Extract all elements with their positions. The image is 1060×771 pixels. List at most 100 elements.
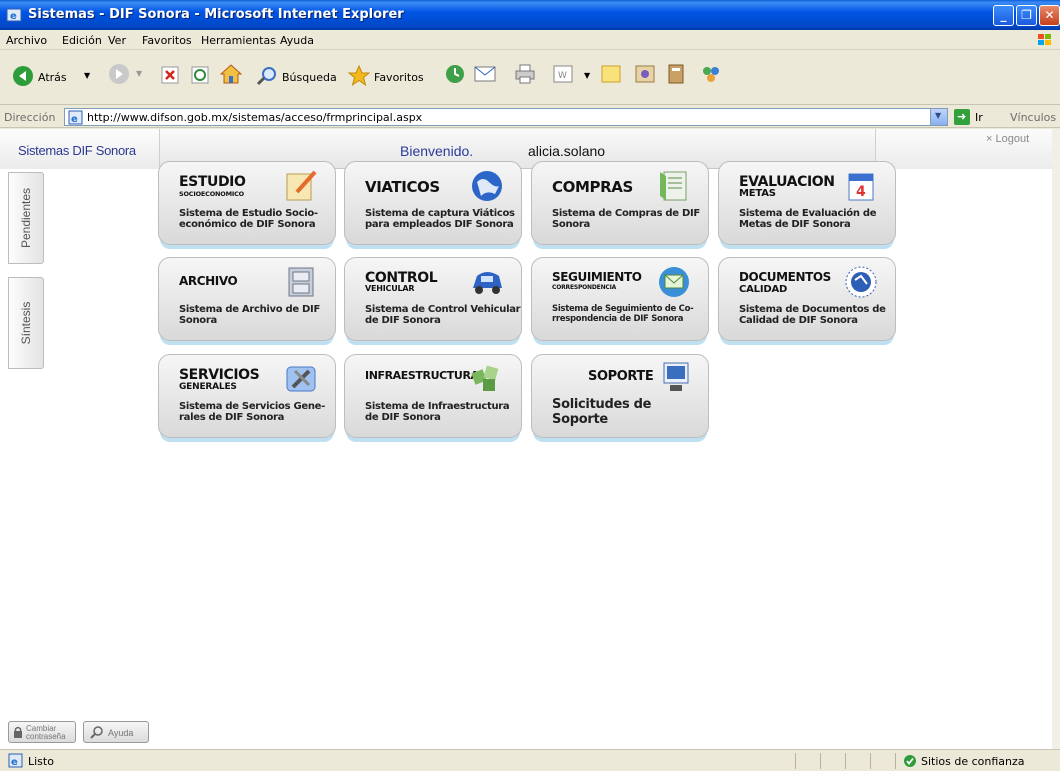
tile-servicios[interactable]: SERVICIOS GENERALES Sistema de Servicios… bbox=[158, 354, 336, 438]
tile-archivo[interactable]: ARCHIVO Sistema de Archivo de DIF Sonora bbox=[158, 257, 336, 341]
go-button[interactable]: ➜ bbox=[954, 109, 970, 125]
menu-favoritos[interactable]: Favoritos bbox=[142, 34, 192, 47]
edit-icon[interactable]: W bbox=[552, 63, 574, 85]
username: alicia.solano bbox=[528, 143, 606, 159]
go-arrow-icon: ➜ bbox=[957, 110, 967, 123]
messenger-icon[interactable] bbox=[634, 63, 656, 85]
security-zone: Sitios de confianza bbox=[921, 755, 1025, 768]
page-content: Sistemas DIF Sonora Bienvenido. alicia.s… bbox=[0, 129, 1052, 749]
tile-description: Sistema de Evaluación de Metas de DIF So… bbox=[739, 208, 877, 230]
tile-estudio[interactable]: ESTUDIO SOCIOECONOMICO Sistema de Estudi… bbox=[158, 161, 336, 245]
tile-evaluacion[interactable]: EVALUACION METAS 4 Sistema de Evaluación… bbox=[718, 161, 896, 245]
notes-icon[interactable] bbox=[600, 63, 622, 85]
research-icon[interactable] bbox=[666, 63, 688, 85]
forward-button[interactable]: ▼ bbox=[108, 63, 148, 89]
page-scrollbar[interactable] bbox=[1052, 129, 1060, 749]
tile-compras[interactable]: COMPRAS Sistema de Compras de DIF Sonora bbox=[531, 161, 709, 245]
menu-ver[interactable]: Ver bbox=[108, 34, 126, 47]
search-icon bbox=[256, 67, 276, 86]
search-icon bbox=[90, 726, 103, 739]
minimize-icon: _ bbox=[1000, 8, 1007, 22]
tile-subtitle: GENERALES bbox=[179, 382, 237, 392]
history-icon[interactable] bbox=[444, 63, 466, 85]
tile-subtitle: CALIDAD bbox=[739, 284, 788, 295]
status-divider bbox=[870, 753, 871, 769]
tile-description: Sistema de Control Vehicular de DIF Sono… bbox=[365, 304, 521, 326]
address-input[interactable]: e http://www.difson.gob.mx/sistemas/acce… bbox=[64, 108, 948, 126]
page-icon: e bbox=[68, 110, 83, 125]
tile-infraestructura[interactable]: INFRAESTRUCTURA Sistema de Infraestructu… bbox=[344, 354, 522, 438]
tile-description: Sistema de Infraestructura de DIF Sonora bbox=[365, 401, 510, 423]
status-divider bbox=[820, 753, 821, 769]
status-text: Listo bbox=[28, 755, 54, 768]
chevron-down-icon: ▼ bbox=[935, 111, 942, 120]
tile-soporte[interactable]: SOPORTE Solicitudes de Soporte bbox=[531, 354, 709, 438]
minimize-button[interactable]: _ bbox=[993, 5, 1014, 26]
contacts-icon[interactable] bbox=[700, 63, 722, 85]
document-icon bbox=[660, 171, 687, 201]
address-label: Dirección bbox=[4, 111, 56, 124]
cabinet-icon bbox=[288, 267, 314, 297]
refresh-icon[interactable] bbox=[190, 65, 210, 85]
search-label: Búsqueda bbox=[282, 71, 337, 84]
globe-icon bbox=[472, 171, 502, 201]
tile-subtitle: VEHICULAR bbox=[365, 284, 415, 293]
tab-sintesis[interactable]: Síntesis bbox=[8, 277, 44, 369]
tile-subtitle: CORRESPONDENCIA bbox=[552, 284, 617, 291]
favorites-button[interactable]: Favoritos bbox=[348, 61, 434, 91]
tile-title: DOCUMENTOS bbox=[739, 270, 831, 284]
links-label[interactable]: Vínculos bbox=[1010, 111, 1056, 124]
go-label[interactable]: Ir bbox=[975, 111, 983, 124]
mail-icon[interactable] bbox=[474, 63, 500, 85]
search-button[interactable]: Búsqueda bbox=[256, 61, 340, 91]
status-divider bbox=[845, 753, 846, 769]
tile-description: Sistema de Estudio Socio-económico de DI… bbox=[179, 208, 318, 230]
address-dropdown-button[interactable]: ▼ bbox=[930, 109, 947, 125]
maximize-button[interactable]: ❐ bbox=[1016, 5, 1037, 26]
menu-edicion[interactable]: Edición bbox=[62, 34, 102, 47]
stop-icon[interactable] bbox=[160, 65, 180, 85]
status-divider bbox=[795, 753, 796, 769]
car-icon bbox=[473, 272, 502, 294]
tile-title: SOPORTE bbox=[588, 369, 654, 384]
tile-description: Sistema de Servicios Gene-rales de DIF S… bbox=[179, 401, 325, 423]
tile-viaticos[interactable]: VIATICOS Sistema de captura Viáticos par… bbox=[344, 161, 522, 245]
check-icon bbox=[904, 755, 916, 767]
tile-documentos[interactable]: DOCUMENTOS CALIDAD Sistema de Documentos… bbox=[718, 257, 896, 341]
tab-pendientes[interactable]: Pendientes bbox=[8, 172, 44, 264]
home-icon[interactable] bbox=[220, 63, 242, 85]
ie-icon: e bbox=[6, 8, 22, 22]
close-button[interactable]: ✕ bbox=[1039, 5, 1060, 26]
help-button[interactable]: Ayuda bbox=[83, 721, 149, 743]
svg-text:e: e bbox=[11, 757, 18, 768]
menu-bar: Archivo Edición Ver Favoritos Herramient… bbox=[0, 30, 1060, 50]
change-password-button[interactable]: Cambiar contraseña bbox=[8, 721, 76, 743]
forward-dropdown-icon[interactable]: ▼ bbox=[136, 69, 142, 78]
logout-button[interactable]: × Logout bbox=[986, 133, 1029, 145]
tile-title: ARCHIVO bbox=[179, 274, 238, 288]
back-button[interactable]: Atrás ▼ bbox=[12, 61, 98, 91]
tab-pendientes-label: Pendientes bbox=[19, 187, 33, 249]
page-status-icon: e bbox=[8, 753, 23, 768]
back-dropdown-icon[interactable]: ▼ bbox=[84, 71, 90, 80]
print-icon[interactable] bbox=[514, 63, 536, 85]
tile-title: INFRAESTRUCTURA bbox=[365, 369, 479, 382]
help-label: Ayuda bbox=[108, 728, 134, 738]
tools-icon bbox=[286, 366, 316, 392]
svg-text:W: W bbox=[558, 71, 567, 81]
tile-seguimiento[interactable]: SEGUIMIENTO CORRESPONDENCIA Sistema de S… bbox=[531, 257, 709, 341]
app-header: Sistemas DIF Sonora Bienvenido. alicia.s… bbox=[0, 129, 1052, 169]
tile-description: Sistema de Archivo de DIF Sonora bbox=[179, 304, 321, 326]
svg-text:4: 4 bbox=[856, 184, 866, 200]
star-icon bbox=[348, 65, 370, 87]
tile-description: Solicitudes de Soporte bbox=[552, 397, 652, 427]
menu-ayuda[interactable]: Ayuda bbox=[280, 34, 314, 47]
tile-control[interactable]: CONTROL VEHICULAR Sistema de Control Veh… bbox=[344, 257, 522, 341]
edit-dropdown-icon[interactable]: ▼ bbox=[584, 71, 590, 80]
menu-archivo[interactable]: Archivo bbox=[6, 34, 47, 47]
tile-title: ESTUDIO bbox=[179, 174, 246, 190]
menu-herramientas[interactable]: Herramientas bbox=[201, 34, 276, 47]
tile-description: Sistema de Compras de DIF Sonora bbox=[552, 208, 700, 230]
svg-text:e: e bbox=[10, 11, 17, 22]
status-bar: e Listo Sitios de confianza bbox=[0, 749, 1060, 771]
